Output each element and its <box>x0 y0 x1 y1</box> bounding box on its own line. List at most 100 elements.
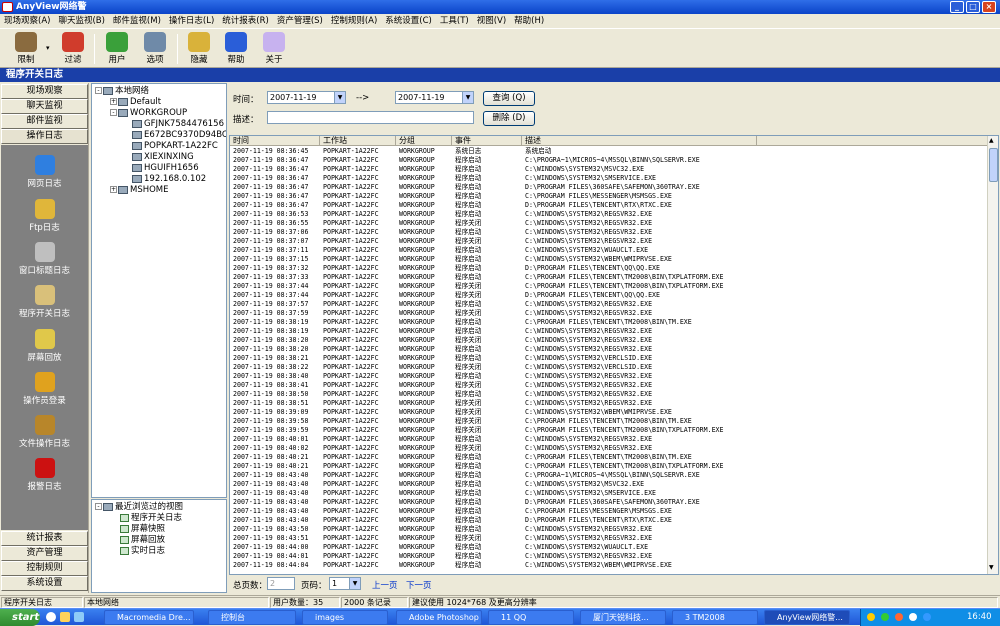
table-row[interactable]: 2007-11-19 08:44:00 POPKART-1A22FC WORKGRO… <box>230 543 987 552</box>
scroll-down-icon[interactable]: ▼ <box>989 564 994 571</box>
menu-item[interactable]: 视图(V) <box>473 14 510 29</box>
menu-item[interactable]: 聊天监视(B) <box>54 14 108 29</box>
table-row[interactable]: 2007-11-19 08:39:09 POPKART-1A22FC WORKGRO… <box>230 408 987 417</box>
options-button[interactable]: 选项 <box>139 32 171 66</box>
table-row[interactable]: 2007-11-19 08:37:06 POPKART-1A22FC WORKGRO… <box>230 228 987 237</box>
close-button[interactable]: × <box>982 1 996 13</box>
table-row[interactable]: 2007-11-19 08:44:04 POPKART-1A22FC WORKGRO… <box>230 561 987 570</box>
about-button[interactable]: 关于 <box>258 32 290 66</box>
page-select[interactable]: 1 ▼ <box>329 577 361 590</box>
menu-item[interactable]: 系统设置(C) <box>381 14 436 29</box>
tree-group-workgroup[interactable]: - WORKGROUP <box>110 108 187 118</box>
minimize-button[interactable]: _ <box>950 1 964 13</box>
nav-operator-login[interactable]: 操作员登录 <box>1 372 88 406</box>
collapse-icon[interactable]: - <box>110 109 117 116</box>
nav-program-log[interactable]: 程序开关日志 <box>1 285 88 319</box>
scroll-up-icon[interactable]: ▲ <box>989 137 994 144</box>
nav-alarm-log[interactable]: 报警日志 <box>1 458 88 492</box>
expand-icon[interactable]: + <box>110 98 117 105</box>
table-row[interactable]: 2007-11-19 08:43:40 POPKART-1A22FC WORKGRO… <box>230 516 987 525</box>
delete-button[interactable]: 删除 (D) <box>483 111 535 126</box>
tree-host[interactable]: POPKART-1A22FC <box>132 141 218 151</box>
table-row[interactable]: 2007-11-19 08:37:33 POPKART-1A22FC WORKGRO… <box>230 273 987 282</box>
next-page-link[interactable]: 下一页 <box>406 579 432 591</box>
table-row[interactable]: 2007-11-19 08:43:40 POPKART-1A22FC WORKGRO… <box>230 498 987 507</box>
table-row[interactable]: 2007-11-19 08:38:20 POPKART-1A22FC WORKGRO… <box>230 345 987 354</box>
task-photoshop[interactable]: Adobe Photoshop <box>396 610 482 625</box>
expand-icon[interactable]: + <box>110 186 117 193</box>
tree-group-default[interactable]: + Default <box>110 97 161 107</box>
tree-group-mshome[interactable]: + MSHOME <box>110 185 169 195</box>
nav-file-log[interactable]: 文件操作日志 <box>1 415 88 449</box>
table-row[interactable]: 2007-11-19 08:36:47 POPKART-1A22FC WORKGRO… <box>230 174 987 183</box>
collapse-icon[interactable]: - <box>95 87 102 94</box>
table-row[interactable]: 2007-11-19 08:38:19 POPKART-1A22FC WORKGRO… <box>230 327 987 336</box>
task-anyview[interactable]: AnyView网络警... <box>764 610 850 625</box>
menu-item[interactable]: 工具(T) <box>436 14 473 29</box>
users-button[interactable]: 用户 <box>101 32 133 66</box>
task-dreamweaver[interactable]: Macromedia Dre... <box>104 610 194 625</box>
menu-item[interactable]: 邮件监视(M) <box>109 14 165 29</box>
tree-host[interactable]: XIEXINXING <box>132 152 194 162</box>
menu-item[interactable]: 统计报表(R) <box>218 14 273 29</box>
table-row[interactable]: 2007-11-19 08:37:44 POPKART-1A22FC WORKGRO… <box>230 282 987 291</box>
maximize-button[interactable]: □ <box>966 1 980 13</box>
menu-item[interactable]: 资产管理(S) <box>273 14 327 29</box>
table-row[interactable]: 2007-11-19 08:43:51 POPKART-1A22FC WORKGRO… <box>230 534 987 543</box>
col-group[interactable]: 分组 <box>396 136 452 146</box>
nav-statistics[interactable]: 统计报表 <box>1 531 88 546</box>
table-row[interactable]: 2007-11-19 08:37:07 POPKART-1A22FC WORKGRO… <box>230 237 987 246</box>
table-row[interactable]: 2007-11-19 08:40:21 POPKART-1A22FC WORKGRO… <box>230 453 987 462</box>
table-row[interactable]: 2007-11-19 08:36:55 POPKART-1A22FC WORKGRO… <box>230 219 987 228</box>
table-row[interactable]: 2007-11-19 08:38:41 POPKART-1A22FC WORKGRO… <box>230 381 987 390</box>
nav-screen-replay[interactable]: 屏幕回放 <box>1 329 88 363</box>
filter-button[interactable]: 过滤 <box>57 32 89 66</box>
tree-host[interactable]: 192.168.0.102 <box>132 174 206 184</box>
nav-assets[interactable]: 资产管理 <box>1 546 88 561</box>
vertical-scrollbar[interactable]: ▲ ▼ <box>987 136 998 574</box>
nav-mail-monitor[interactable]: 邮件监视 <box>1 114 88 129</box>
table-row[interactable]: 2007-11-19 08:40:21 POPKART-1A22FC WORKGRO… <box>230 462 987 471</box>
nav-ftp-log[interactable]: Ftp日志 <box>1 199 88 233</box>
table-row[interactable]: 2007-11-19 08:43:40 POPKART-1A22FC WORKGRO… <box>230 489 987 498</box>
tree-host[interactable]: GFJNK7584476156 <box>132 119 224 129</box>
col-event[interactable]: 事件 <box>452 136 522 146</box>
table-row[interactable]: 2007-11-19 08:36:47 POPKART-1A22FC WORKGRO… <box>230 183 987 192</box>
task-tm2008[interactable]: 3 TM2008 <box>672 610 758 625</box>
table-row[interactable]: 2007-11-19 08:37:15 POPKART-1A22FC WORKGRO… <box>230 255 987 264</box>
menu-item[interactable]: 操作日志(L) <box>165 14 218 29</box>
table-row[interactable]: 2007-11-19 08:38:50 POPKART-1A22FC WORKGRO… <box>230 390 987 399</box>
table-row[interactable]: 2007-11-19 08:38:51 POPKART-1A22FC WORKGRO… <box>230 399 987 408</box>
tray-icon[interactable] <box>909 613 917 621</box>
nav-control-rules[interactable]: 控制规则 <box>1 561 88 576</box>
table-row[interactable]: 2007-11-19 08:43:40 POPKART-1A22FC WORKGRO… <box>230 471 987 480</box>
table-row[interactable]: 2007-11-19 08:38:21 POPKART-1A22FC WORKGRO… <box>230 354 987 363</box>
dropdown-arrow-icon[interactable]: ▼ <box>334 92 345 103</box>
task-tianrui[interactable]: 厦门天锐科技... <box>580 610 666 625</box>
tray-icon[interactable] <box>867 613 875 621</box>
recent-item[interactable]: 程序开关日志 <box>120 513 182 523</box>
table-row[interactable]: 2007-11-19 08:38:20 POPKART-1A22FC WORKGRO… <box>230 336 987 345</box>
table-row[interactable]: 2007-11-19 08:39:59 POPKART-1A22FC WORKGRO… <box>230 426 987 435</box>
tray-icon[interactable] <box>895 613 903 621</box>
table-row[interactable]: 2007-11-19 08:37:57 POPKART-1A22FC WORKGRO… <box>230 300 987 309</box>
table-row[interactable]: 2007-11-19 08:43:40 POPKART-1A22FC WORKGRO… <box>230 480 987 489</box>
nav-window-title-log[interactable]: 窗口标题日志 <box>1 242 88 276</box>
task-images[interactable]: images <box>302 610 388 625</box>
query-button[interactable]: 查询 (Q) <box>483 91 535 106</box>
nav-web-log[interactable]: 网页日志 <box>1 155 88 189</box>
table-row[interactable]: 2007-11-19 08:36:53 POPKART-1A22FC WORKGRO… <box>230 210 987 219</box>
help-button[interactable]: 帮助 <box>220 32 252 66</box>
tray-icon[interactable] <box>923 613 931 621</box>
menu-item[interactable]: 控制规则(A) <box>327 14 381 29</box>
tree-host[interactable]: HGUIFH1656 <box>132 163 199 173</box>
table-row[interactable]: 2007-11-19 08:36:47 POPKART-1A22FC WORKGRO… <box>230 156 987 165</box>
scroll-thumb[interactable] <box>989 148 998 182</box>
recent-item[interactable]: 实时日志 <box>120 546 165 556</box>
table-row[interactable]: 2007-11-19 08:36:47 POPKART-1A22FC WORKGRO… <box>230 165 987 174</box>
col-workstation[interactable]: 工作站 <box>320 136 396 146</box>
quicklaunch-explorer-icon[interactable] <box>60 612 70 622</box>
limit-button[interactable]: 限制 <box>10 32 42 66</box>
nav-operation-log[interactable]: 操作日志 <box>1 129 88 144</box>
quicklaunch-ie-icon[interactable] <box>46 612 56 622</box>
